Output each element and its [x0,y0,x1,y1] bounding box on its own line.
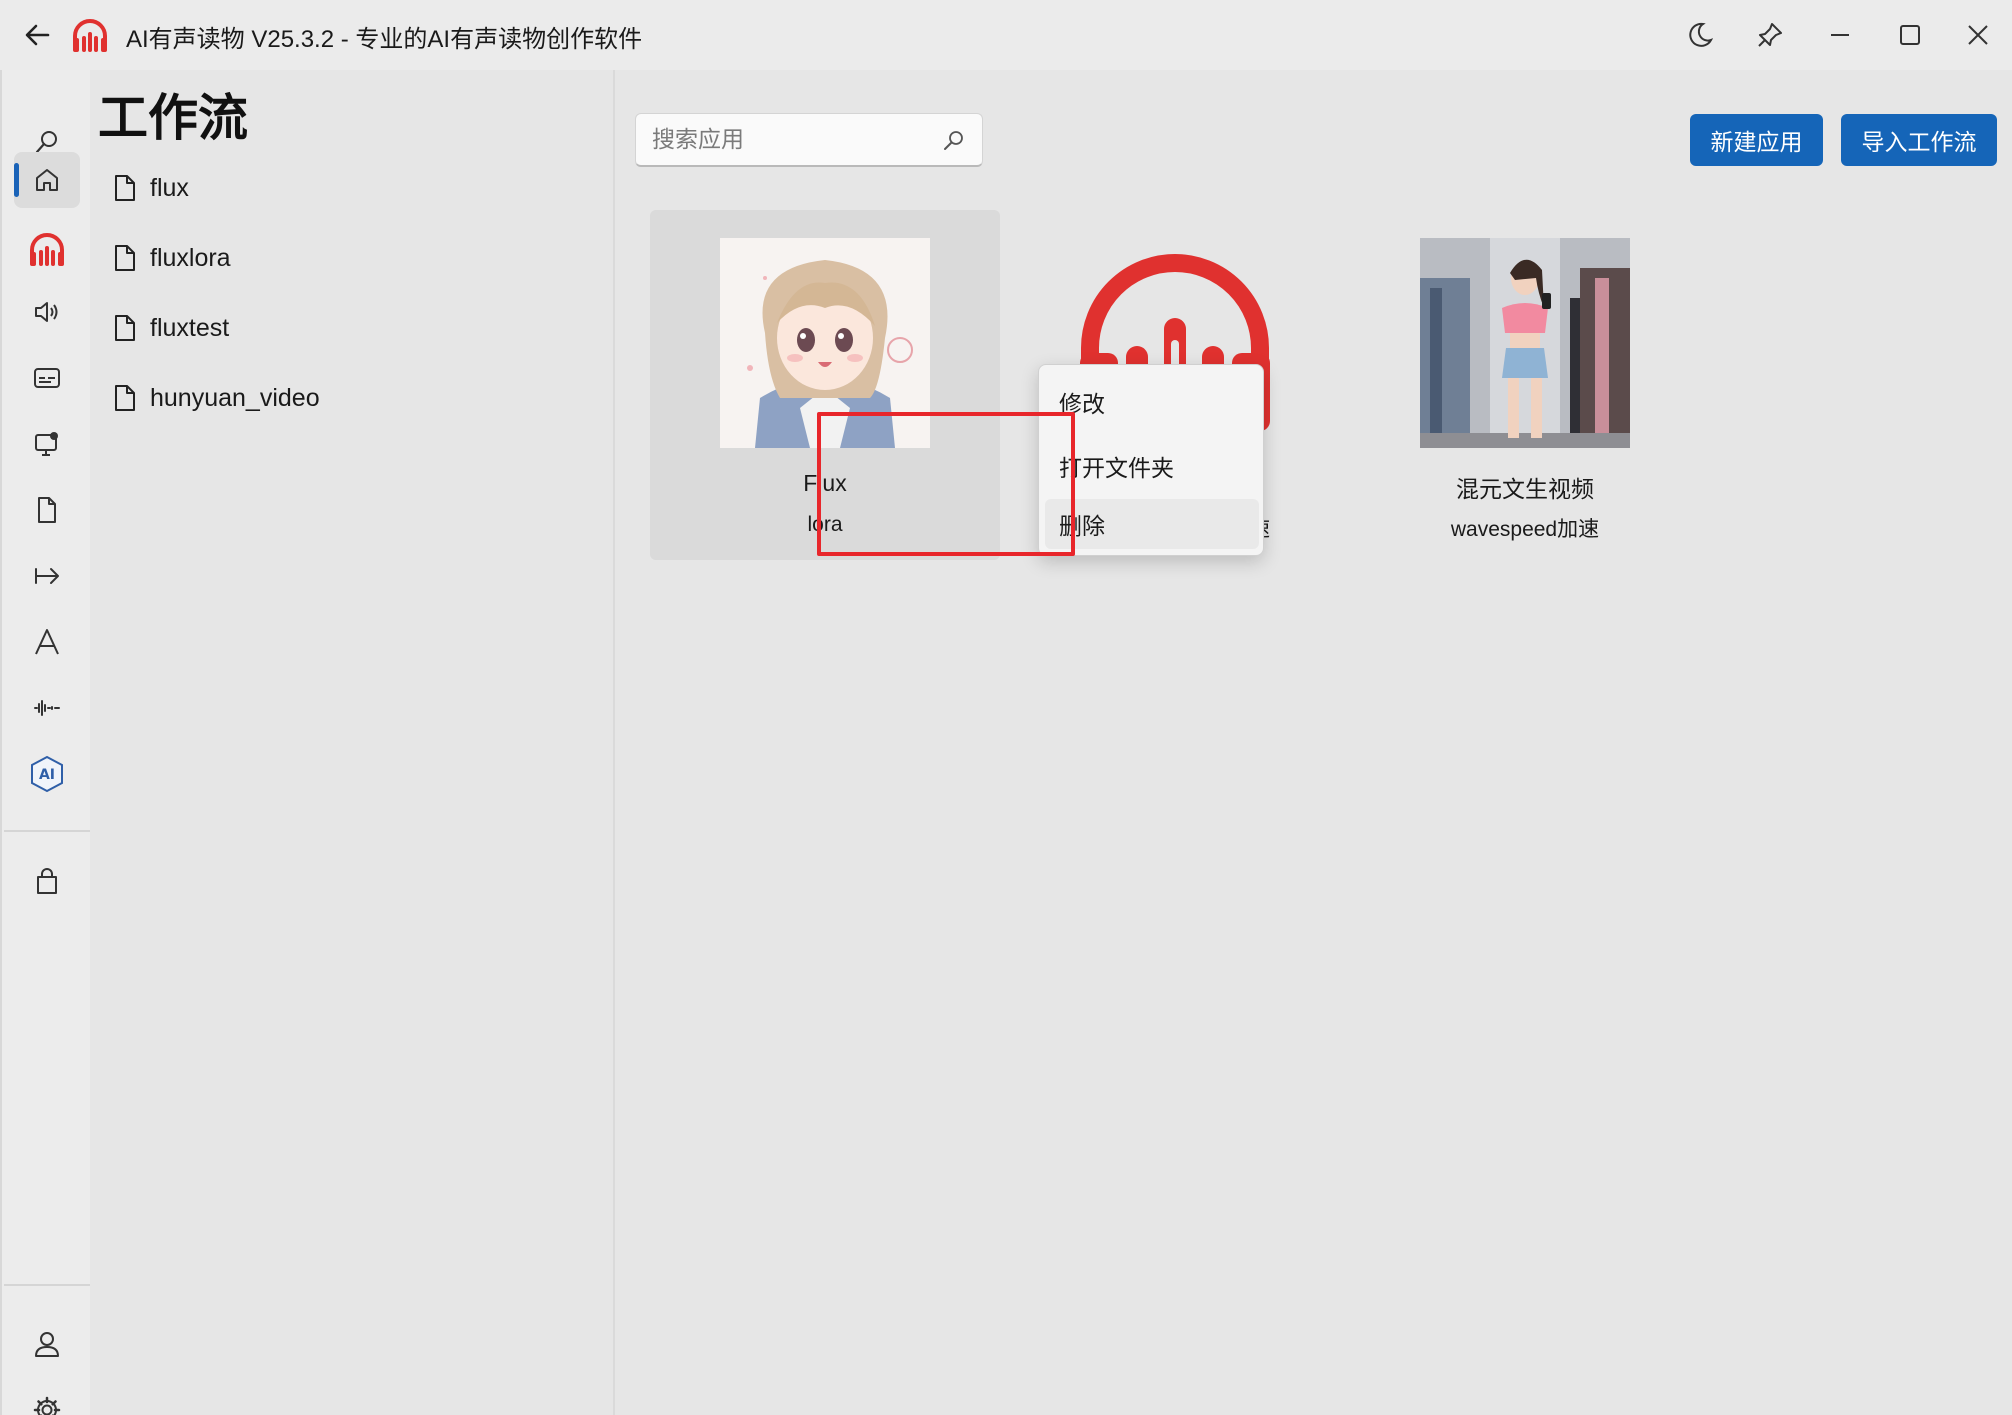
workflow-item-hunyuan-video[interactable]: hunyuan_video [114,378,320,418]
page-title: 工作流 [98,90,248,146]
user-icon[interactable] [14,1316,80,1372]
document-icon[interactable] [14,482,80,538]
settings-icon[interactable] [14,1382,80,1415]
maximize-icon[interactable] [1885,10,1935,60]
search-input[interactable] [636,114,916,164]
workflow-item-label: hunyuan_video [150,383,320,412]
shopping-bag-icon[interactable] [14,854,80,910]
screen-icon[interactable] [14,416,80,472]
speaker-icon[interactable] [14,284,80,340]
card-title: 混元文生视频 [1456,476,1594,502]
rail-divider-bottom [4,1284,92,1286]
search-icon[interactable] [942,128,966,152]
rail-divider [4,830,92,832]
workflow-list-panel: 工作流 flux fluxlora fluxtest hunyuan_video [90,70,615,1415]
headphones-icon[interactable] [14,222,80,278]
file-icon [114,314,138,342]
home-icon[interactable] [14,152,80,208]
card-subtitle: wavespeed加速 [1450,518,1600,541]
window-title: AI有声读物 V25.3.2 - 专业的AI有声读物创作软件 [126,26,643,53]
new-app-button[interactable]: 新建应用 [1690,114,1823,166]
menu-item-edit[interactable]: 修改 [1045,377,1259,427]
active-indicator [14,163,19,197]
file-icon [114,174,138,202]
font-icon[interactable] [14,614,80,670]
minimize-icon[interactable] [1815,10,1865,60]
subtitle-icon[interactable] [14,350,80,406]
menu-item-delete[interactable]: 删除 [1045,499,1259,549]
app-logo-icon [70,16,110,56]
workflow-item-fluxlora[interactable]: fluxlora [114,238,231,278]
workflow-item-label: flux [150,173,189,202]
search-box [635,113,983,167]
back-icon[interactable] [18,16,56,54]
pin-icon[interactable] [1745,10,1795,60]
main-content: 新建应用 导入工作流 Flux lora [615,70,2012,1415]
file-icon [114,384,138,412]
export-arrow-icon[interactable] [14,548,80,604]
waveform-icon[interactable] [14,680,80,736]
ai-icon[interactable]: AI [14,746,80,802]
theme-moon-icon[interactable] [1675,10,1725,60]
close-icon[interactable] [1953,10,2003,60]
navigation-rail: AI [0,70,92,1415]
workflow-item-flux[interactable]: flux [114,168,189,208]
fashion-photo-thumbnail [1420,238,1630,448]
import-workflow-button[interactable]: 导入工作流 [1841,114,1997,166]
file-icon [114,244,138,272]
svg-text:AI: AI [39,767,55,783]
menu-item-open-folder[interactable]: 打开文件夹 [1045,441,1259,491]
workflow-item-label: fluxlora [150,243,231,272]
app-card-hunyuan-video[interactable]: 混元文生视频 wavespeed加速 [1350,210,1700,560]
title-bar: AI有声读物 V25.3.2 - 专业的AI有声读物创作软件 [0,0,2012,70]
highlight-annotation [817,412,1075,556]
workflow-item-label: fluxtest [150,313,230,342]
workflow-item-fluxtest[interactable]: fluxtest [114,308,229,348]
